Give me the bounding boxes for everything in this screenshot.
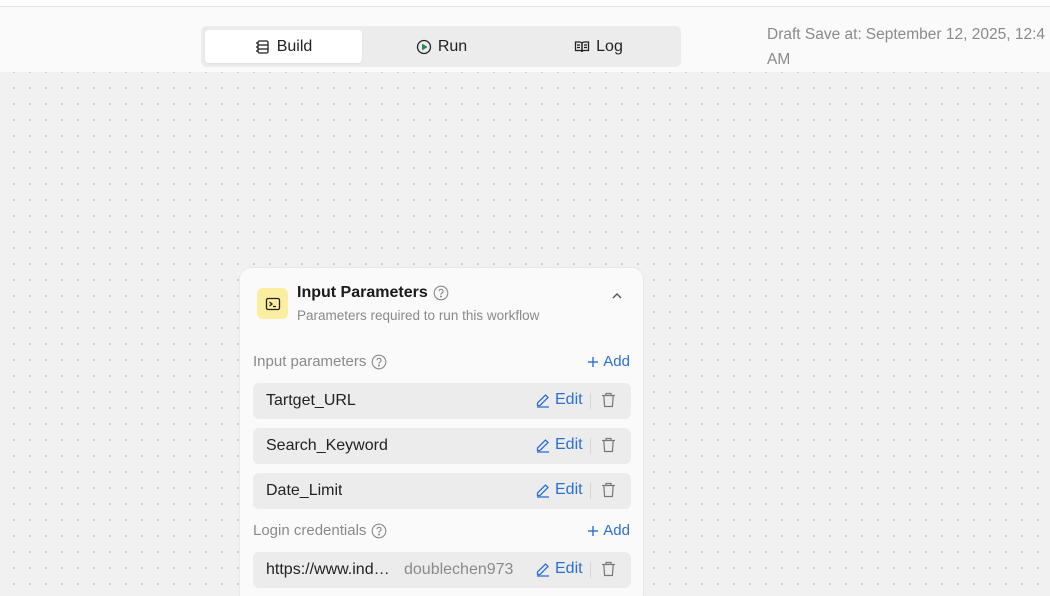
edit-button[interactable]: Edit (535, 560, 583, 578)
delete-button[interactable] (599, 560, 617, 578)
draft-save-time: September 12, 2025, 12:4 (865, 26, 1046, 43)
credential-row: https://www.indeed.com doublechen973 Edi… (253, 552, 631, 588)
edit-button[interactable]: Edit (535, 436, 583, 454)
plus-icon (588, 525, 599, 536)
chevron-up-icon (612, 293, 622, 299)
trash-icon (601, 482, 615, 498)
edit-button[interactable]: Edit (535, 391, 583, 409)
divider (590, 393, 591, 409)
parameter-name: Date_Limit (266, 482, 343, 499)
tab-run[interactable]: Run (363, 30, 520, 63)
tab-run-label: Run (437, 37, 468, 55)
parameter-row: Tartget_URL Edit (253, 383, 631, 419)
plus-icon (588, 356, 599, 367)
header-bar: Build Run Log Draft Save at: September 12… (0, 6, 1050, 78)
parameter-row: Date_Limit Edit (253, 473, 631, 509)
add-login-credential-button[interactable]: Add (587, 522, 630, 539)
add-label: Add (603, 353, 630, 370)
build-icon (255, 39, 269, 54)
edit-label: Edit (555, 391, 583, 408)
help-icon[interactable] (433, 285, 449, 301)
delete-button[interactable] (599, 391, 617, 409)
edit-button[interactable]: Edit (535, 481, 583, 499)
delete-button[interactable] (599, 436, 617, 454)
pencil-icon (536, 394, 549, 408)
terminal-icon (257, 288, 288, 319)
add-label: Add (603, 522, 630, 539)
divider (590, 483, 591, 499)
input-parameters-section-label: Input parameters (253, 353, 387, 370)
trash-icon (601, 561, 615, 577)
edit-label: Edit (555, 481, 583, 498)
parameter-row: Search_Keyword Edit (253, 428, 631, 464)
credential-url: https://www.indeed.com (266, 561, 394, 578)
help-icon[interactable] (371, 354, 387, 370)
pencil-icon (536, 484, 549, 498)
add-input-parameter-button[interactable]: Add (587, 353, 630, 370)
trash-icon (601, 392, 615, 408)
book-icon (574, 40, 590, 52)
pencil-icon (536, 563, 549, 577)
draft-save-status: Draft Save at: September 12, 2025, 12:4 A… (767, 22, 1050, 72)
draft-save-label: Draft Save at: (767, 26, 862, 43)
edit-label: Edit (555, 436, 583, 453)
input-parameters-label: Input parameters (253, 353, 367, 370)
tab-log-label: Log (596, 37, 623, 55)
draft-save-suffix: AM (767, 51, 791, 68)
edit-label: Edit (555, 560, 583, 577)
play-circle-icon (416, 39, 431, 54)
pencil-icon (536, 439, 549, 453)
divider (590, 438, 591, 454)
login-credentials-label: Login credentials (253, 522, 367, 539)
card-subtitle: Parameters required to run this workflow (297, 308, 540, 323)
collapse-button[interactable] (607, 286, 627, 306)
divider (590, 562, 591, 578)
tab-build[interactable]: Build (205, 30, 362, 63)
card-title-text: Input Parameters (297, 284, 428, 301)
login-credentials-section-label: Login credentials (253, 522, 387, 539)
credential-username: doublechen973 (404, 561, 514, 578)
trash-icon (601, 437, 615, 453)
delete-button[interactable] (599, 481, 617, 499)
tab-log[interactable]: Log (520, 30, 677, 63)
input-parameters-node[interactable]: Input Parameters Parameters required to … (239, 267, 644, 596)
mode-tabs: Build Run Log (201, 26, 681, 67)
card-title: Input Parameters (297, 284, 449, 302)
parameter-name: Tartget_URL (266, 392, 356, 409)
parameter-name: Search_Keyword (266, 437, 388, 454)
tab-build-label: Build (276, 37, 313, 55)
help-icon[interactable] (371, 523, 387, 539)
